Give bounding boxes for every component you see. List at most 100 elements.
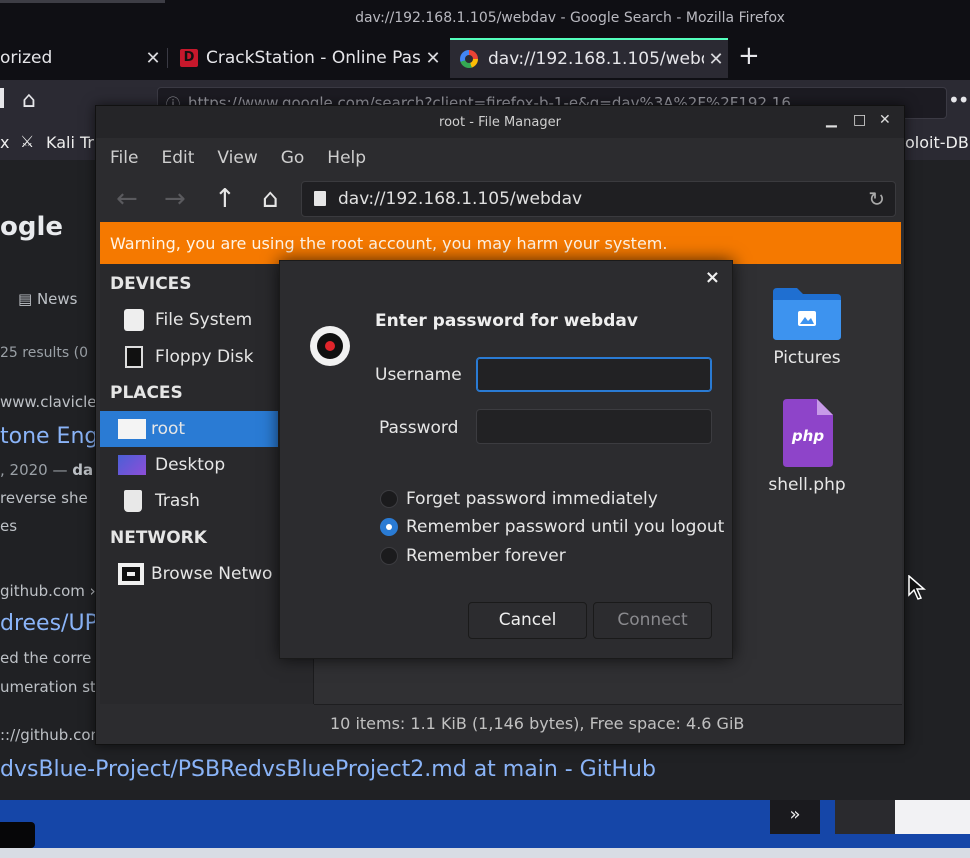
result-date-text: , 2020 —	[0, 461, 68, 479]
up-arrow-icon[interactable]: ↑	[214, 184, 236, 214]
radio-remember-until-logout[interactable]: Remember password until you logout	[380, 517, 724, 537]
bookmark-kali-tools[interactable]: Kali Tr	[46, 133, 94, 152]
firefox-tab-strip: orized ✕ D CrackStation - Online Pas ✕ d…	[0, 38, 970, 80]
news-tab[interactable]: ▤ News	[18, 290, 78, 308]
radio-button-selected[interactable]	[380, 518, 398, 536]
username-field[interactable]	[476, 357, 712, 392]
maximize-icon[interactable]: □	[853, 112, 866, 128]
network-icon	[118, 563, 144, 585]
back-arrow-icon[interactable]: ←	[116, 184, 138, 214]
result-title[interactable]: drees/UP	[0, 611, 98, 636]
password-prompt-icon	[310, 326, 350, 366]
file-manager-menubar: File Edit View Go Help	[96, 138, 904, 178]
tab-crackstation[interactable]: D CrackStation - Online Pas ✕	[170, 38, 445, 78]
sidebar-item-root[interactable]: root	[100, 411, 278, 447]
taskbar-item[interactable]	[835, 800, 895, 834]
result-snippet: reverse she	[0, 489, 88, 507]
close-tab-icon[interactable]: ✕	[141, 48, 165, 69]
home-icon[interactable]: ⌂	[22, 88, 36, 113]
close-icon[interactable]: ✕	[879, 112, 891, 128]
result-title[interactable]: tone Eng	[0, 424, 98, 449]
titlebar-accent	[0, 0, 165, 3]
bookmark-exploit-db[interactable]: oloit-DB	[905, 133, 969, 152]
trash-icon	[124, 490, 142, 512]
home-icon[interactable]: ⌂	[262, 184, 279, 214]
cancel-button[interactable]: Cancel	[468, 602, 587, 639]
google-logo[interactable]: ogle	[0, 212, 63, 242]
minimize-icon[interactable]: ▁	[826, 112, 837, 128]
close-icon[interactable]: ×	[705, 267, 720, 288]
status-bar: 10 items: 1.1 KiB (1,146 bytes), Free sp…	[314, 704, 902, 744]
password-label: Password	[379, 418, 459, 438]
sidebar-item-label: File System	[155, 310, 253, 330]
tab-label: dav://192.168.1.105/webd	[488, 49, 704, 69]
password-field[interactable]	[476, 409, 712, 444]
new-tab-button[interactable]: +	[738, 41, 760, 71]
news-icon: ▤	[18, 290, 37, 308]
result-url[interactable]: github.com ›	[0, 582, 96, 600]
tab-google-search[interactable]: dav://192.168.1.105/webd ✕	[450, 38, 728, 78]
overflow-menu-icon[interactable]: •••	[948, 88, 970, 112]
connect-button[interactable]: Connect	[593, 602, 712, 639]
window-title: dav://192.168.1.105/webdav - Google Sear…	[355, 10, 785, 26]
result-url[interactable]: :://github.com	[0, 726, 105, 744]
host-taskbar: »	[0, 800, 970, 858]
file-item-shell-php[interactable]: php shell.php	[757, 399, 857, 495]
sidebar-toggle-icon[interactable]	[0, 88, 4, 108]
file-manager-title: root - File Manager	[439, 115, 561, 130]
taskbar-more-button[interactable]: »	[770, 800, 820, 834]
kali-dragon-icon: ⚔	[20, 132, 35, 151]
tab-label: CrackStation - Online Pas	[206, 48, 421, 68]
result-date-bold: da	[72, 461, 94, 479]
result-url[interactable]: www.clavicle	[0, 393, 97, 411]
taskbar-lower-strip	[0, 848, 970, 858]
close-tab-icon[interactable]: ✕	[421, 48, 445, 69]
bookmark-x[interactable]: x	[0, 133, 9, 152]
dialog-heading: Enter password for webdav	[375, 311, 638, 331]
folder-pictures-icon	[773, 288, 841, 340]
radio-label: Remember password until you logout	[406, 517, 725, 537]
file-manager-titlebar[interactable]: root - File Manager ▁ □ ✕	[96, 106, 904, 138]
taskbar-item[interactable]	[895, 800, 970, 834]
taskbar-left-button[interactable]	[0, 822, 35, 848]
username-label: Username	[375, 365, 462, 385]
menu-go[interactable]: Go	[281, 148, 305, 168]
results-count: 25 results (0	[0, 345, 88, 361]
radio-label: Remember forever	[406, 546, 566, 566]
forward-arrow-icon[interactable]: →	[164, 184, 186, 214]
file-name: shell.php	[768, 475, 846, 495]
drive-icon	[124, 309, 144, 331]
radio-button[interactable]	[380, 547, 398, 565]
result-date: , 2020 — da	[0, 461, 93, 479]
sidebar-item-label: Browse Netwo	[151, 564, 273, 584]
sidebar-item-label: root	[151, 419, 186, 439]
mouse-pointer-icon	[908, 575, 926, 600]
result-snippet: es	[0, 517, 18, 535]
menu-edit[interactable]: Edit	[161, 148, 194, 168]
sidebar-item-label: Trash	[155, 491, 200, 511]
tab-label: orized	[0, 48, 53, 68]
file-name: Pictures	[773, 348, 841, 368]
network-heading: NETWORK	[110, 528, 207, 548]
password-dialog: × Enter password for webdav Username Pas…	[279, 260, 733, 659]
reload-icon[interactable]: ↻	[868, 187, 885, 211]
location-bar[interactable]: dav://192.168.1.105/webdav ↻	[301, 181, 896, 217]
radio-forget-immediately[interactable]: Forget password immediately	[380, 489, 658, 509]
tab-authorized[interactable]: orized ✕	[0, 38, 165, 78]
desktop-icon	[118, 455, 146, 475]
root-warning-banner: Warning, you are using the root account,…	[100, 222, 901, 264]
radio-button[interactable]	[380, 490, 398, 508]
floppy-disk-icon	[125, 346, 143, 368]
menu-view[interactable]: View	[217, 148, 257, 168]
google-favicon-icon	[460, 50, 478, 68]
menu-file[interactable]: File	[110, 148, 138, 168]
menu-help[interactable]: Help	[327, 148, 366, 168]
close-tab-icon[interactable]: ✕	[704, 49, 728, 70]
php-badge: php	[791, 427, 824, 445]
result-title[interactable]: dvsBlue-Project/PSBRedvsBlueProject2.md …	[0, 757, 656, 782]
file-item-pictures[interactable]: Pictures	[757, 286, 857, 368]
firefox-titlebar: dav://192.168.1.105/webdav - Google Sear…	[0, 0, 970, 38]
document-icon	[314, 191, 326, 206]
places-heading: PLACES	[110, 383, 183, 403]
radio-remember-forever[interactable]: Remember forever	[380, 546, 566, 566]
